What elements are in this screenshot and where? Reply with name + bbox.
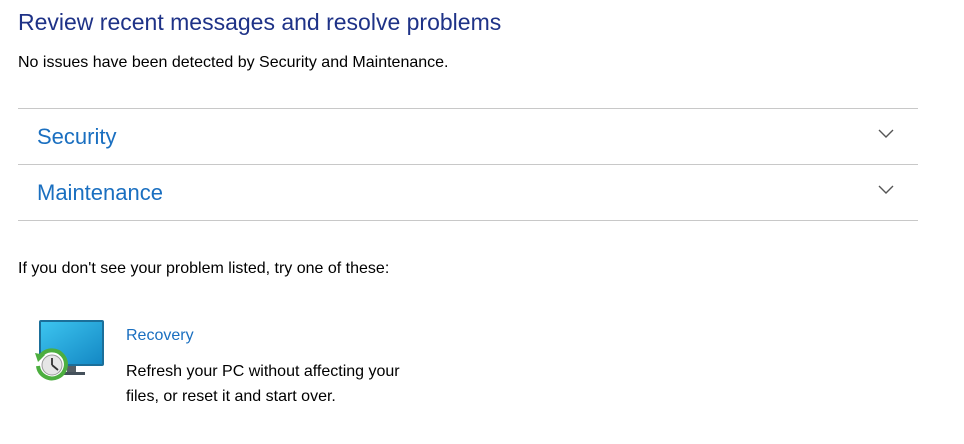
security-maintenance-page: Review recent messages and resolve probl… [0, 0, 964, 444]
page-title: Review recent messages and resolve probl… [18, 9, 502, 35]
status-message: No issues have been detected by Security… [18, 54, 449, 71]
troubleshoot-intro: If you don't see your problem listed, tr… [18, 260, 390, 277]
section-security[interactable]: Security [18, 108, 918, 164]
chevron-down-icon[interactable] [878, 185, 894, 195]
recovery-link[interactable]: Recovery [126, 327, 194, 345]
recovery-description: Refresh your PC without affecting your f… [126, 363, 400, 405]
chevron-down-icon[interactable] [878, 129, 894, 139]
section-maintenance-label: Maintenance [37, 180, 163, 205]
section-security-label: Security [37, 124, 117, 149]
recovery-monitor-icon [35, 320, 104, 381]
section-maintenance[interactable]: Maintenance [18, 164, 918, 221]
